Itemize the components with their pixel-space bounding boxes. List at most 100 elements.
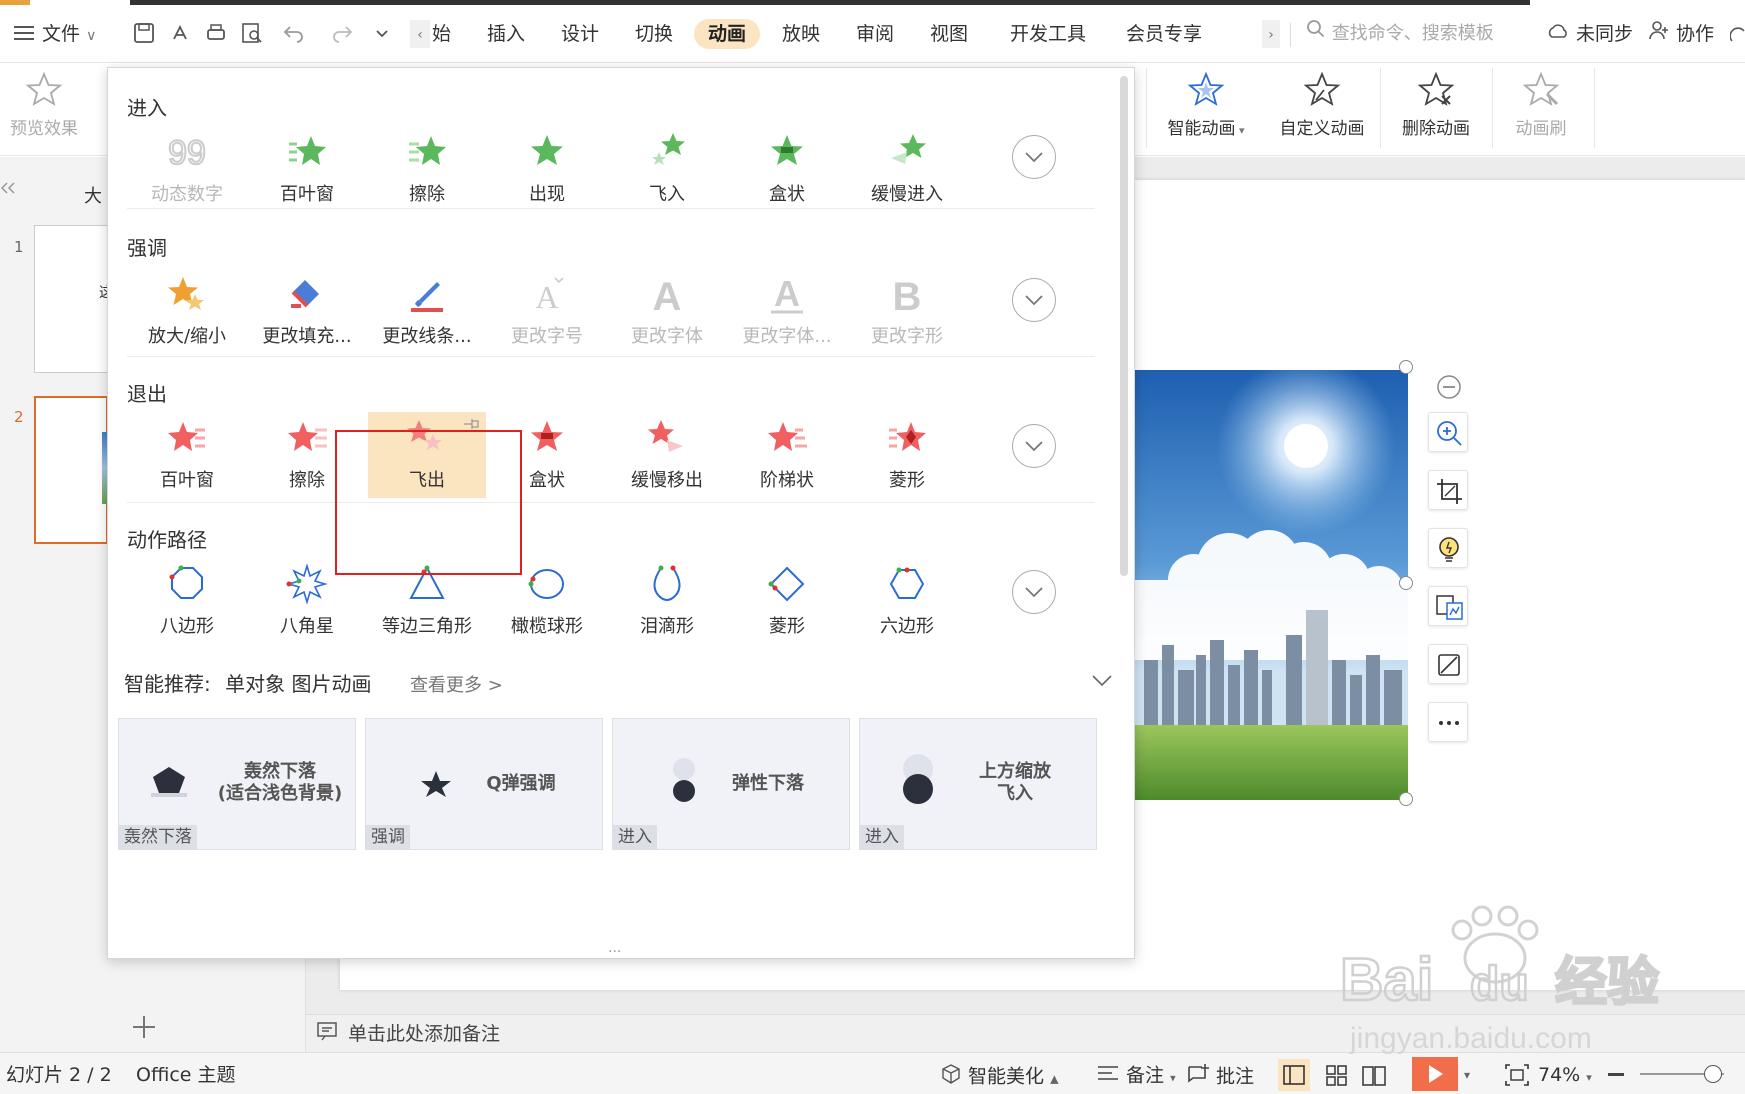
path-diamond[interactable]: 菱形 [728, 558, 846, 644]
effect-change-line[interactable]: 更改线条... [368, 268, 486, 354]
effect-change-font-style[interactable]: B 更改字形 [848, 268, 966, 354]
smart-animation-button[interactable]: 智能动画 ▾ [1156, 64, 1256, 154]
card-tag: 进入 [860, 825, 904, 849]
panel-resize-grip[interactable]: ... [608, 940, 621, 956]
font-icon: A [645, 272, 689, 319]
effect-wipe-enter[interactable]: 擦除 [368, 126, 486, 212]
zoom-level[interactable]: 74% ▾ [1538, 1063, 1592, 1087]
effect-change-fill[interactable]: 更改填充... [248, 268, 366, 354]
outline-tab-partial[interactable]: 大 [84, 182, 102, 208]
effect-dynamic-number[interactable]: 99 动态数字 [128, 126, 246, 212]
tab-member[interactable]: 会员专享 [1126, 19, 1202, 49]
fit-window-button[interactable] [1502, 1059, 1532, 1091]
slide-thumbnail-1[interactable]: 这 [34, 225, 113, 373]
recommend-card-crash-fall[interactable]: 轰然下落 (适合浅色背景) 轰然下落 [118, 718, 356, 850]
undo-icon[interactable] [282, 21, 308, 47]
preview-effect-button[interactable]: 预览效果 [4, 64, 84, 154]
resize-handle[interactable] [1399, 360, 1413, 374]
effect-crawl-out[interactable]: 缓慢移出 [608, 412, 726, 498]
collapse-recommend-icon[interactable] [1090, 668, 1114, 692]
edit-square-icon [1438, 654, 1460, 676]
expand-exit-effects-button[interactable] [1012, 424, 1056, 468]
tab-transition[interactable]: 切换 [635, 19, 673, 49]
tab-view[interactable]: 视图 [930, 19, 968, 49]
slideshow-options-icon[interactable]: ▾ [1464, 1063, 1470, 1087]
effect-blinds-enter[interactable]: 百叶窗 [248, 126, 366, 212]
expand-emphasis-effects-button[interactable] [1012, 278, 1056, 322]
path-octagon[interactable]: 八边形 [128, 558, 246, 644]
animation-brush-button[interactable]: 动画刷 [1496, 64, 1586, 154]
tab-slideshow[interactable]: 放映 [782, 19, 820, 49]
more-tools-button[interactable] [1428, 702, 1468, 742]
edit-picture-button[interactable] [1428, 644, 1468, 684]
effect-label: 出现 [529, 184, 565, 205]
zoom-out-circle-icon[interactable] [1436, 374, 1462, 405]
recommend-card-elastic-fall[interactable]: 弹性下落 进入 [612, 718, 850, 850]
see-more-link[interactable]: 查看更多 > [410, 671, 503, 697]
tab-insert[interactable]: 插入 [487, 19, 525, 49]
recommend-card-bounce-emphasis[interactable]: Q弹强调 强调 [365, 718, 603, 850]
tab-design[interactable]: 设计 [561, 19, 599, 49]
print-preview-icon[interactable] [240, 21, 266, 47]
effect-change-font[interactable]: A 更改字体 [608, 268, 726, 354]
comments-button[interactable]: 批注 [1186, 1063, 1254, 1088]
effect-grow-shrink[interactable]: 放大/缩小 [128, 268, 246, 354]
sync-status[interactable]: 未同步 [1546, 19, 1633, 49]
effect-diamond-exit[interactable]: 菱形 [848, 412, 966, 498]
effect-appear[interactable]: 出现 [488, 126, 606, 212]
effect-box-enter[interactable]: 盒状 [728, 126, 846, 212]
play-slideshow-button[interactable] [1412, 1057, 1458, 1091]
file-menu[interactable]: 文件 ∨ [42, 19, 96, 49]
zoom-in-button[interactable] [1428, 412, 1468, 452]
expand-motion-path-button[interactable] [1012, 570, 1056, 614]
add-slide-icon[interactable] [130, 1010, 158, 1050]
recommend-card-zoom-fly-in[interactable]: 上方缩放 飞入 进入 [859, 718, 1097, 850]
share-link-icon[interactable] [168, 21, 194, 47]
gallery-scrollbar[interactable] [1120, 76, 1128, 576]
effect-change-font-color[interactable]: A 更改字体... [728, 268, 846, 354]
effect-crawl-in[interactable]: 缓慢进入 [848, 126, 966, 212]
notes-toggle-button[interactable]: 备注 ▾ [1096, 1063, 1176, 1087]
custom-animation-button[interactable]: 自定义动画 [1272, 64, 1372, 154]
tab-developer[interactable]: 开发工具 [1010, 19, 1086, 49]
reading-view-button[interactable] [1358, 1059, 1390, 1091]
image-to-text-button[interactable] [1428, 586, 1468, 626]
city-sky-picture[interactable] [1134, 370, 1408, 800]
tabs-scroll-right[interactable]: › [1262, 20, 1280, 48]
effect-blinds-exit[interactable]: 百叶窗 [128, 412, 246, 498]
zoom-out-button[interactable] [1608, 1073, 1624, 1076]
effect-stairs-exit[interactable]: 阶梯状 [728, 412, 846, 498]
delete-animation-button[interactable]: 删除动画 [1386, 64, 1486, 154]
print-icon[interactable] [204, 21, 230, 47]
effect-label: 八角星 [280, 616, 334, 637]
slide-thumbnail-2[interactable] [34, 396, 110, 544]
effect-change-font-size[interactable]: A 更改字号 [488, 268, 606, 354]
collapse-pane-icon[interactable] [0, 180, 18, 199]
save-icon[interactable] [132, 21, 158, 47]
smart-idea-button[interactable] [1428, 528, 1468, 568]
tab-review[interactable]: 审阅 [856, 19, 894, 49]
tabs-scroll-left[interactable]: ‹ [410, 20, 430, 48]
more-icon[interactable] [1729, 21, 1745, 47]
hamburger-menu-icon[interactable] [12, 21, 38, 47]
command-search[interactable]: 查找命令、搜索模板 [1306, 19, 1526, 49]
effect-label: 菱形 [889, 470, 925, 491]
normal-view-button[interactable] [1278, 1059, 1310, 1091]
tab-animation[interactable]: 动画 [694, 19, 761, 49]
tab-start-partial[interactable]: 始 [432, 19, 451, 49]
resize-handle[interactable] [1399, 792, 1413, 806]
path-hexagon[interactable]: 六边形 [848, 558, 966, 644]
quick-access-dropdown-icon[interactable] [370, 21, 396, 47]
redo-icon[interactable] [330, 21, 356, 47]
grid-view-button[interactable] [1320, 1059, 1352, 1091]
effect-fly-in[interactable]: 飞入 [608, 126, 726, 212]
smart-beautify-button[interactable]: 智能美化 ▲ [940, 1063, 1059, 1088]
resize-handle[interactable] [1399, 576, 1413, 590]
crop-button[interactable] [1428, 470, 1468, 510]
custom-animation-label: 自定义动画 [1279, 119, 1365, 139]
zoom-slider-thumb[interactable] [1704, 1065, 1722, 1083]
path-teardrop[interactable]: 泪滴形 [608, 558, 726, 644]
theme-name[interactable]: Office 主题 [136, 1063, 236, 1087]
collaborate-button[interactable]: 协作 [1648, 19, 1714, 49]
expand-enter-effects-button[interactable] [1012, 135, 1056, 179]
